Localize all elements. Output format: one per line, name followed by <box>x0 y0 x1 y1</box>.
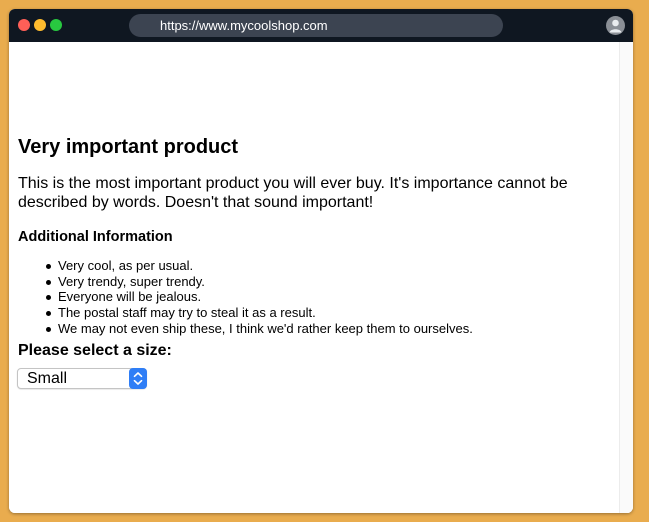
product-description: This is the most important product you w… <box>18 175 568 211</box>
scrollbar-track[interactable] <box>619 42 633 513</box>
minimize-window-button[interactable] <box>34 19 46 31</box>
browser-window: https://www.mycoolshop.com Very importan… <box>9 9 633 513</box>
product-title: Very important product <box>18 136 239 158</box>
feature-list-item: Very cool, as per usual. <box>18 258 473 274</box>
additional-info-heading: Additional Information <box>18 229 173 245</box>
size-select[interactable]: Small <box>17 368 147 389</box>
size-select-value: Small <box>27 370 68 387</box>
feature-list: Very cool, as per usual. Very trendy, su… <box>18 258 473 337</box>
feature-list-item: We may not even ship these, I think we'd… <box>18 321 473 337</box>
feature-list-item: Everyone will be jealous. <box>18 289 473 305</box>
browser-titlebar: https://www.mycoolshop.com <box>9 9 633 42</box>
user-icon[interactable] <box>606 16 625 35</box>
maximize-window-button[interactable] <box>50 19 62 31</box>
page-viewport: Very important product This is the most … <box>9 42 633 513</box>
address-bar[interactable]: https://www.mycoolshop.com <box>129 14 503 37</box>
feature-list-item: Very trendy, super trendy. <box>18 274 473 290</box>
feature-list-item: The postal staff may try to steal it as … <box>18 305 473 321</box>
chevron-updown-icon <box>129 368 147 389</box>
size-select-label: Please select a size: <box>18 342 172 359</box>
close-window-button[interactable] <box>18 19 30 31</box>
